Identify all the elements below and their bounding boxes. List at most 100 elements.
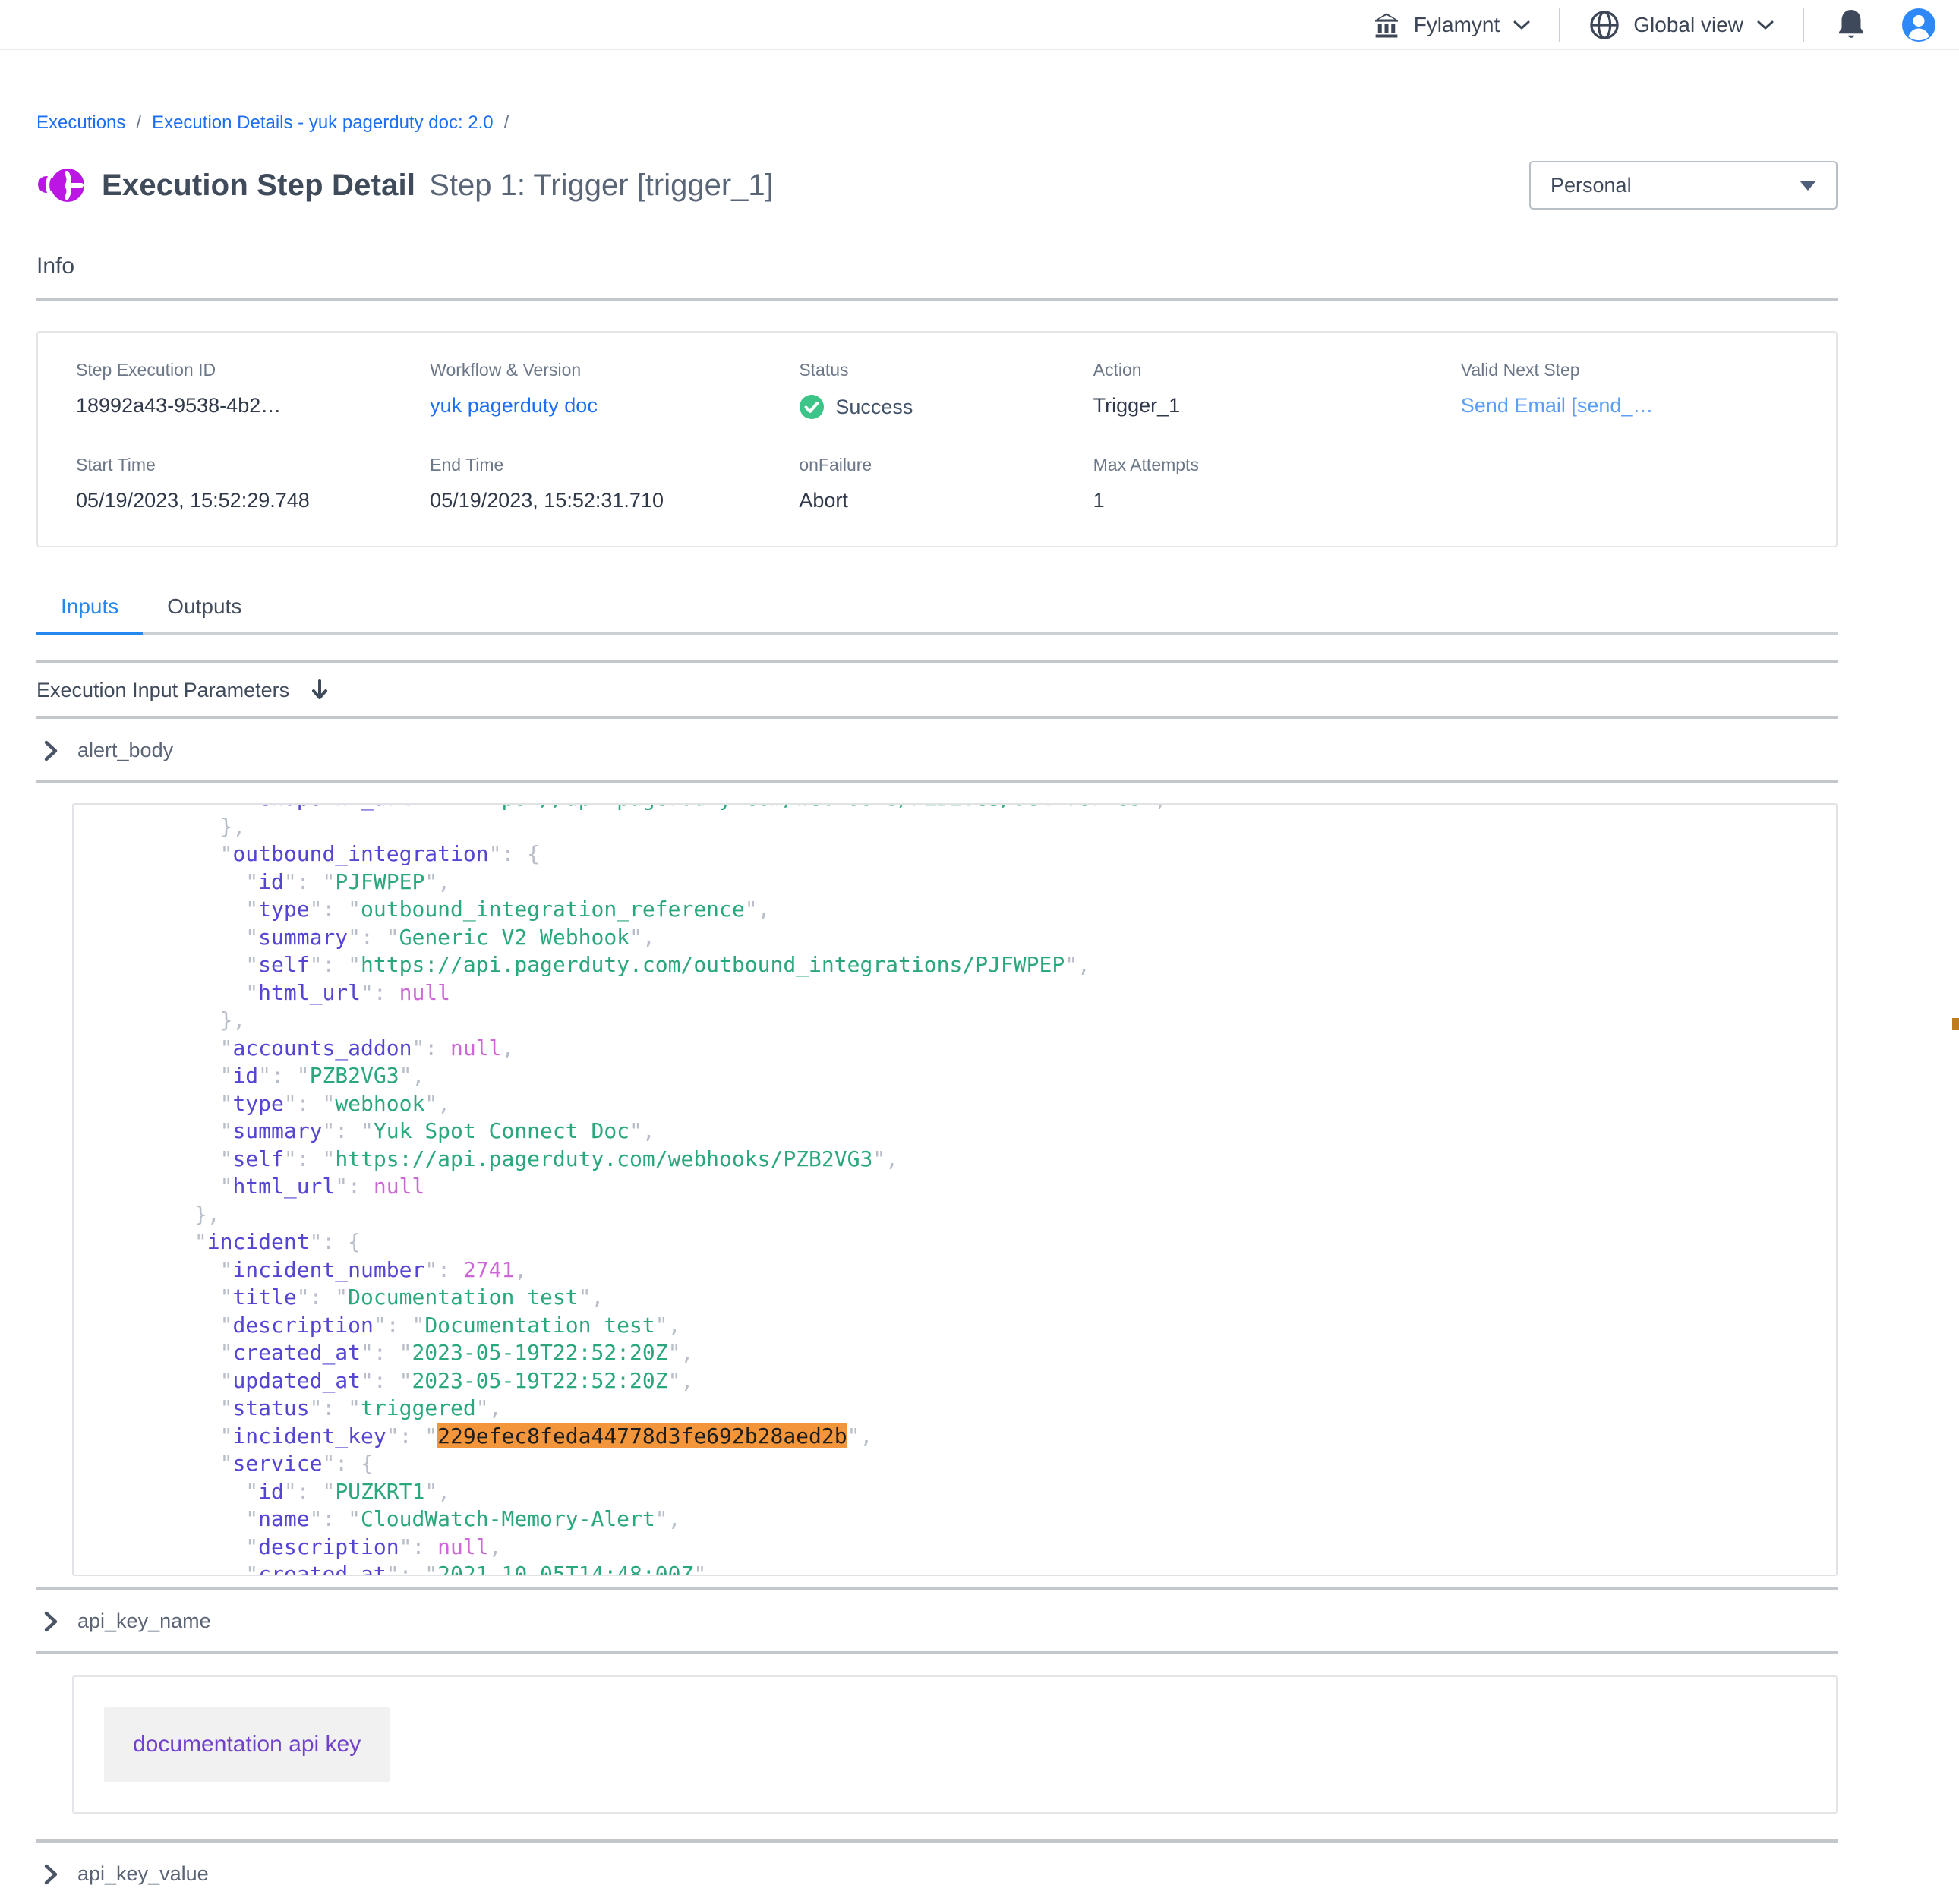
code-line: "id": "PUZKRT1",: [92, 1478, 1821, 1506]
chevron-down-icon: [1756, 18, 1775, 32]
code-line: "endpoint_url": "https://api.pagerduty.c…: [92, 803, 1821, 813]
code-line: "created_at": "2023-05-19T22:52:20Z",: [92, 1339, 1821, 1367]
code-line: "accounts_addon": null,: [92, 1035, 1821, 1063]
workflow-icon: [36, 163, 90, 207]
code-line: "type": "outbound_integration_reference"…: [92, 896, 1821, 924]
field-label: End Time: [430, 455, 799, 475]
code-line: },: [92, 1201, 1821, 1229]
field-max-attempts: Max Attempts 1: [1093, 455, 1461, 512]
notifications-bell-icon[interactable]: [1836, 8, 1866, 43]
field-onfailure: onFailure Abort: [799, 455, 1093, 512]
page-subtitle: Step 1: Trigger [trigger_1]: [429, 169, 774, 203]
view-name: Global view: [1633, 13, 1743, 37]
field-start-time: Start Time 05/19/2023, 15:52:29.748: [76, 455, 430, 512]
json-code-viewer[interactable]: "endpoint_url": "https://api.pagerduty.c…: [72, 803, 1838, 1576]
page: { "topbar": { "org": { "label": "Fylamyn…: [0, 0, 1959, 1803]
topbar: Fylamynt Global view: [0, 0, 1959, 50]
divider: [36, 298, 1838, 301]
code-line: "type": "webhook",: [92, 1090, 1821, 1118]
scope-select-value: Personal: [1550, 174, 1632, 197]
status-text: Success: [835, 396, 913, 419]
field-label: Start Time: [76, 455, 430, 475]
breadcrumb-separator: /: [136, 112, 141, 134]
breadcrumb-separator: /: [504, 112, 509, 134]
divider: [36, 1651, 1838, 1654]
code-line: "status": "triggered",: [92, 1395, 1821, 1423]
next-step-link[interactable]: Send Email [send_…: [1461, 394, 1654, 417]
scrollbar-search-marker[interactable]: [1952, 1018, 1959, 1030]
main-content: Executions / Execution Details - yuk pag…: [0, 112, 1959, 1904]
code-line: "id": "PJFWPEP",: [92, 868, 1821, 897]
field-value: Trigger_1: [1093, 394, 1461, 418]
chevron-right-icon: [43, 739, 59, 762]
breadcrumb: Executions / Execution Details - yuk pag…: [36, 112, 1838, 134]
tab-outputs[interactable]: Outputs: [143, 594, 266, 632]
code-line: "summary": "Generic V2 Webhook",: [92, 924, 1821, 952]
field-step-execution-id: Step Execution ID 18992a43-9538-4b2…: [76, 360, 430, 420]
param-row-api-key-value[interactable]: api_key_value: [36, 1843, 1838, 1904]
code-line: "summary": "Yuk Spot Connect Doc",: [92, 1117, 1821, 1146]
param-label: alert_body: [77, 739, 173, 762]
field-label: Status: [799, 360, 1093, 380]
user-avatar[interactable]: [1901, 8, 1936, 43]
param-label: api_key_name: [77, 1609, 211, 1633]
scope-select[interactable]: Personal: [1529, 161, 1838, 210]
field-label: Step Execution ID: [76, 360, 430, 380]
field-label: Valid Next Step: [1461, 360, 1798, 380]
field-end-time: End Time 05/19/2023, 15:52:31.710: [430, 455, 799, 512]
info-card: Step Execution ID 18992a43-9538-4b2… Wor…: [36, 331, 1838, 547]
field-label: onFailure: [799, 455, 1093, 475]
chevron-right-icon: [43, 1610, 59, 1633]
view-switcher[interactable]: Global view: [1588, 8, 1775, 42]
workflow-link[interactable]: yuk pagerduty doc: [430, 394, 598, 417]
field-label: Action: [1093, 360, 1461, 380]
chevron-right-icon: [43, 1863, 59, 1886]
code-content: "endpoint_url": "https://api.pagerduty.c…: [92, 803, 1821, 1576]
org-name: Fylamynt: [1414, 13, 1500, 37]
param-label: api_key_value: [77, 1862, 209, 1886]
code-line: "description": null,: [92, 1534, 1821, 1562]
tab-inputs[interactable]: Inputs: [36, 594, 143, 632]
execution-input-parameters-title: Execution Input Parameters: [36, 679, 289, 702]
code-line: },: [92, 813, 1821, 841]
code-line: "created_at": "2021-10-05T14:48:00Z",: [92, 1561, 1821, 1576]
code-line: "title": "Documentation test",: [92, 1284, 1821, 1312]
code-line: "service": {: [92, 1450, 1821, 1478]
chevron-down-icon: [1512, 18, 1532, 32]
info-heading: Info: [36, 254, 1838, 279]
topbar-separator: [1559, 8, 1560, 42]
code-line: "outbound_integration": {: [92, 840, 1821, 868]
field-value: Abort: [799, 489, 1093, 512]
api-key-name-value-box: documentation api key: [72, 1675, 1838, 1814]
execution-input-parameters-bar: Execution Input Parameters: [36, 663, 1838, 716]
code-line: },: [92, 1007, 1821, 1035]
code-line: "description": "Documentation test",: [92, 1312, 1821, 1340]
code-line: "incident_key": "229efec8feda44778d3fe69…: [92, 1423, 1821, 1451]
field-value: 05/19/2023, 15:52:29.748: [76, 489, 430, 512]
field-valid-next-step: Valid Next Step Send Email [send_…: [1461, 360, 1798, 420]
breadcrumb-execution-details[interactable]: Execution Details - yuk pagerduty doc: 2…: [152, 112, 494, 134]
param-row-alert-body[interactable]: alert_body: [36, 719, 1838, 780]
code-line: "id": "PZB2VG3",: [92, 1062, 1821, 1090]
org-switcher[interactable]: Fylamynt: [1371, 10, 1532, 40]
code-line: "html_url": null: [92, 979, 1821, 1007]
globe-icon: [1588, 8, 1621, 42]
bank-icon: [1371, 10, 1402, 40]
download-arrow-icon[interactable]: [309, 678, 330, 702]
field-label: Max Attempts: [1093, 455, 1461, 475]
code-line: "html_url": null: [92, 1173, 1821, 1201]
field-workflow-version: Workflow & Version yuk pagerduty doc: [430, 360, 799, 420]
code-line: "name": "CloudWatch-Memory-Alert",: [92, 1505, 1821, 1534]
title-row: Execution Step Detail Step 1: Trigger [t…: [36, 161, 1838, 210]
field-value: 05/19/2023, 15:52:31.710: [430, 489, 799, 512]
field-value: 1: [1093, 489, 1461, 512]
field-value: 18992a43-9538-4b2…: [76, 394, 430, 418]
success-check-icon: [799, 394, 825, 420]
breadcrumb-executions[interactable]: Executions: [36, 112, 125, 134]
param-row-api-key-name[interactable]: api_key_name: [36, 1590, 1838, 1651]
code-line: "updated_at": "2023-05-19T22:52:20Z",: [92, 1367, 1821, 1395]
code-line: "incident_number": 2741,: [92, 1256, 1821, 1285]
field-status: Status Success: [799, 360, 1093, 420]
field-action: Action Trigger_1: [1093, 360, 1461, 420]
field-empty: [1461, 455, 1798, 512]
